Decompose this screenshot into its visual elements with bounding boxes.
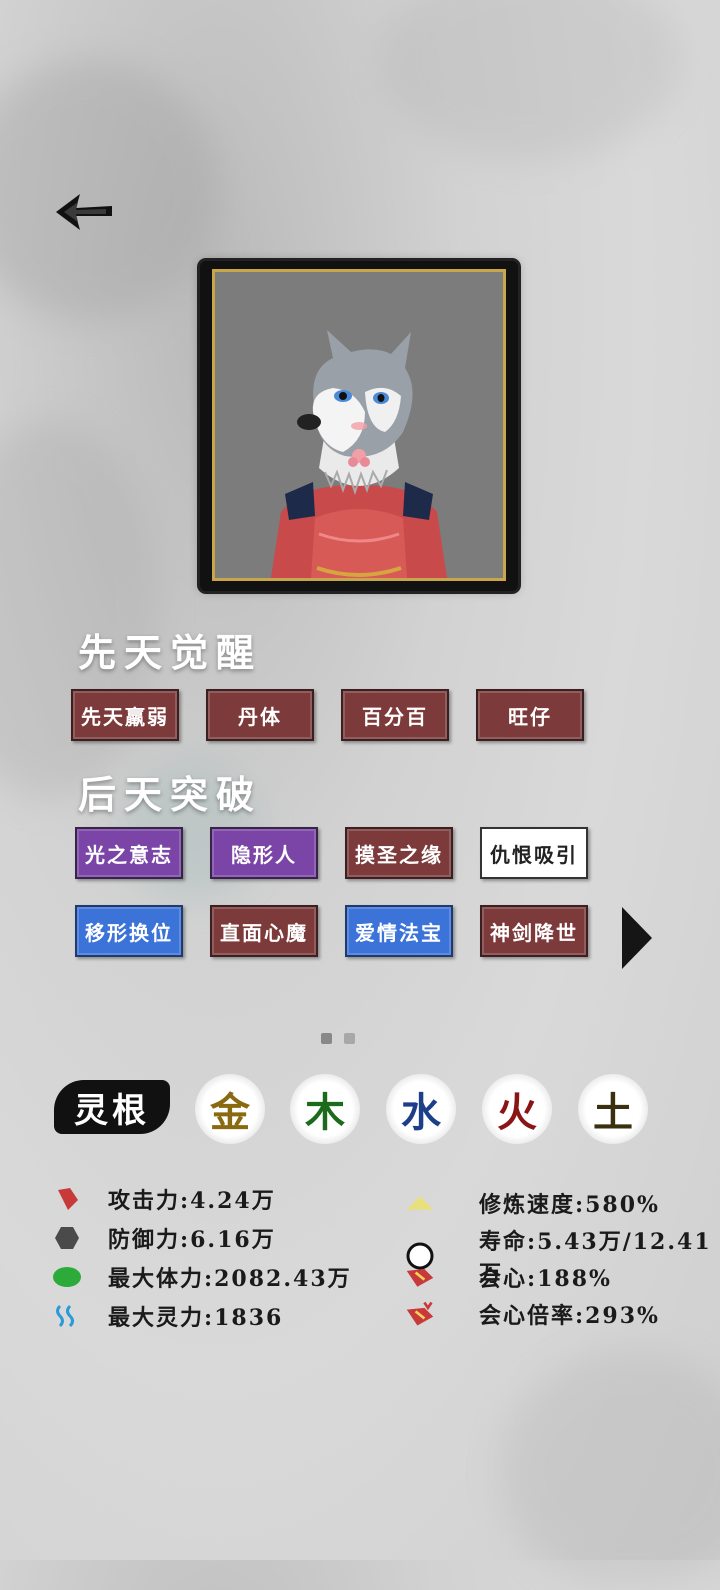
next-page-button[interactable] bbox=[620, 905, 654, 971]
acquired-tag[interactable]: 光之意志 bbox=[75, 827, 183, 879]
portrait-frame bbox=[200, 261, 518, 591]
acquired-tag[interactable]: 爱情法宝 bbox=[345, 905, 453, 957]
pager-dot-active[interactable] bbox=[321, 1033, 332, 1044]
innate-section-title: 先天觉醒 bbox=[78, 630, 263, 675]
innate-tag[interactable]: 百分百 bbox=[341, 689, 449, 741]
spirit-icon bbox=[52, 1301, 82, 1331]
stat-cultivation-speed: 修炼速度:580% bbox=[405, 1187, 660, 1219]
element-water[interactable]: 水 bbox=[386, 1074, 456, 1144]
ink-wash bbox=[380, 0, 680, 160]
acquired-tag[interactable]: 隐形人 bbox=[210, 827, 318, 879]
spirit-root-label: 灵根 bbox=[54, 1080, 170, 1134]
back-button[interactable] bbox=[54, 190, 114, 234]
acquired-section-title: 后天突破 bbox=[78, 772, 263, 817]
stat-label: 会心倍率:293% bbox=[479, 1303, 660, 1329]
innate-tag[interactable]: 丹体 bbox=[206, 689, 314, 741]
stat-spirit: 最大灵力:1836 bbox=[52, 1300, 283, 1332]
stat-label: 修炼速度:580% bbox=[479, 1192, 660, 1218]
stat-defense: 防御力:6.16万 bbox=[52, 1222, 276, 1254]
health-icon bbox=[52, 1262, 82, 1292]
crit-multiplier-icon bbox=[405, 1299, 435, 1329]
stat-label: 防御力:6.16万 bbox=[108, 1227, 276, 1253]
character-portrait[interactable] bbox=[212, 269, 506, 581]
innate-tag[interactable]: 旺仔 bbox=[476, 689, 584, 741]
stat-label: 最大灵力:1836 bbox=[108, 1305, 284, 1331]
element-wood[interactable]: 木 bbox=[290, 1074, 360, 1144]
defense-icon bbox=[52, 1223, 82, 1253]
stat-health: 最大体力:2082.43万 bbox=[52, 1261, 352, 1293]
acquired-tag[interactable]: 摸圣之缘 bbox=[345, 827, 453, 879]
crit-icon bbox=[405, 1262, 435, 1292]
element-earth[interactable]: 土 bbox=[578, 1074, 648, 1144]
stat-label: 最大体力:2082.43万 bbox=[108, 1266, 352, 1292]
back-arrow-icon bbox=[56, 194, 112, 230]
pager-dot[interactable] bbox=[344, 1033, 355, 1044]
innate-tag[interactable]: 先天羸弱 bbox=[71, 689, 179, 741]
stat-attack: 攻击力:4.24万 bbox=[52, 1183, 276, 1215]
element-fire[interactable]: 火 bbox=[482, 1074, 552, 1144]
attack-icon bbox=[52, 1184, 82, 1214]
ink-wash bbox=[0, 420, 160, 800]
acquired-tag[interactable]: 神剑降世 bbox=[480, 905, 588, 957]
element-metal[interactable]: 金 bbox=[195, 1074, 265, 1144]
chevron-right-icon bbox=[622, 907, 652, 969]
stat-label: 会心:188% bbox=[479, 1266, 612, 1292]
stat-crit: 会心:188% bbox=[405, 1261, 612, 1293]
acquired-tag[interactable]: 移形换位 bbox=[75, 905, 183, 957]
ink-wash bbox=[500, 1350, 720, 1590]
acquired-tag[interactable]: 仇恨吸引 bbox=[480, 827, 588, 879]
cultivation-speed-icon bbox=[405, 1188, 435, 1218]
stat-crit-multiplier: 会心倍率:293% bbox=[405, 1298, 660, 1330]
husky-character-icon bbox=[271, 330, 447, 578]
stat-label: 攻击力:4.24万 bbox=[108, 1188, 276, 1214]
acquired-tag[interactable]: 直面心魔 bbox=[210, 905, 318, 957]
